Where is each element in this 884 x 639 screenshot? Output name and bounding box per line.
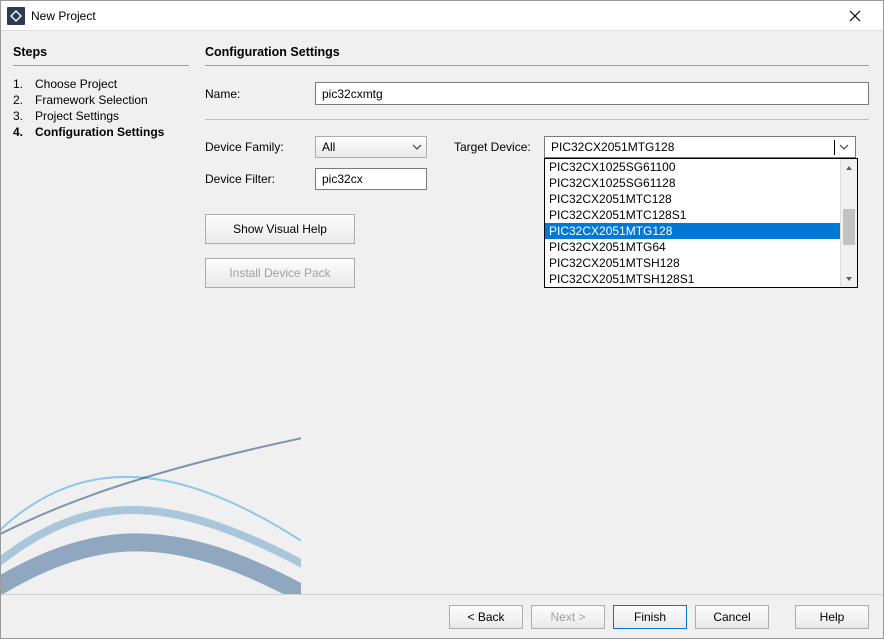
scroll-up-icon[interactable]: [841, 159, 857, 176]
dropdown-item[interactable]: PIC32CX1025SG61128: [545, 175, 840, 191]
footer: < Back Next > Finish Cancel Help: [1, 594, 883, 638]
step-label: Project Settings: [35, 109, 119, 123]
device-family-label: Device Family:: [205, 140, 315, 154]
dropdown-item-selected[interactable]: PIC32CX2051MTG128: [545, 223, 840, 239]
dropdown-item[interactable]: PIC32CX1025SG61100: [545, 159, 840, 175]
scrollbar-thumb[interactable]: [843, 209, 855, 245]
step-num: 2.: [13, 93, 35, 107]
name-input[interactable]: [315, 82, 869, 105]
dropdown-item[interactable]: PIC32CX2051MTSH128: [545, 255, 840, 271]
install-device-pack-button: Install Device Pack: [205, 258, 355, 288]
dropdown-item[interactable]: PIC32CX2051MTC128S1: [545, 207, 840, 223]
dropdown-item[interactable]: PIC32CX2051MTG64: [545, 239, 840, 255]
step-num: 4.: [13, 125, 35, 139]
step-label: Configuration Settings: [35, 125, 164, 139]
help-button[interactable]: Help: [795, 605, 869, 629]
titlebar: New Project: [1, 1, 883, 31]
target-device-value: PIC32CX2051MTG128: [551, 140, 835, 155]
device-family-value: All: [322, 140, 412, 154]
target-device-dropdown: PIC32CX1025SG61100 PIC32CX1025SG61128 PI…: [544, 158, 858, 288]
app-icon: [7, 7, 25, 25]
step-item: 3. Project Settings: [13, 108, 189, 124]
dropdown-item[interactable]: PIC32CX2051MTSH128S1: [545, 271, 840, 287]
target-device-dropdown-button[interactable]: [835, 138, 853, 156]
target-device-combo[interactable]: PIC32CX2051MTG128 PIC32CX1025SG61100 PIC…: [544, 136, 856, 158]
steps-heading: Steps: [13, 45, 189, 59]
workarea: Steps 1. Choose Project 2. Framework Sel…: [1, 31, 883, 594]
window-title: New Project: [31, 9, 96, 23]
device-family-combo[interactable]: All: [315, 136, 427, 158]
step-item: 1. Choose Project: [13, 76, 189, 92]
step-num: 3.: [13, 109, 35, 123]
target-device-row: Target Device: PIC32CX2051MTG128 PIC32CX…: [454, 136, 856, 158]
show-visual-help-button[interactable]: Show Visual Help: [205, 214, 355, 244]
main-pane: Configuration Settings Name: Device Fami…: [201, 31, 883, 594]
next-button: Next >: [531, 605, 605, 629]
dropdown-items: PIC32CX1025SG61100 PIC32CX1025SG61128 PI…: [545, 159, 840, 287]
steps-divider: [13, 65, 189, 66]
device-filter-label: Device Filter:: [205, 172, 315, 186]
main-divider: [205, 65, 869, 66]
scroll-down-icon[interactable]: [841, 270, 857, 287]
step-label: Choose Project: [35, 77, 117, 91]
step-num: 1.: [13, 77, 35, 91]
steps-sidebar: Steps 1. Choose Project 2. Framework Sel…: [1, 31, 201, 594]
device-family-row: Device Family: All: [205, 136, 430, 158]
step-item: 2. Framework Selection: [13, 92, 189, 108]
finish-button[interactable]: Finish: [613, 605, 687, 629]
main-heading: Configuration Settings: [205, 45, 869, 59]
dropdown-item[interactable]: PIC32CX2051MTC128: [545, 191, 840, 207]
name-row: Name:: [205, 82, 869, 105]
device-filter-input[interactable]: [315, 168, 427, 190]
name-label: Name:: [205, 87, 315, 101]
back-button[interactable]: < Back: [449, 605, 523, 629]
chevron-down-icon: [839, 142, 849, 152]
step-label: Framework Selection: [35, 93, 148, 107]
target-device-label: Target Device:: [454, 140, 544, 154]
step-item-current: 4. Configuration Settings: [13, 124, 189, 140]
dropdown-scrollbar[interactable]: [840, 159, 857, 287]
chevron-down-icon: [412, 142, 422, 152]
steps-list: 1. Choose Project 2. Framework Selection…: [13, 76, 189, 140]
close-button[interactable]: [835, 2, 875, 30]
cancel-button[interactable]: Cancel: [695, 605, 769, 629]
device-filter-row: Device Filter:: [205, 168, 430, 190]
section-divider: [205, 119, 869, 120]
